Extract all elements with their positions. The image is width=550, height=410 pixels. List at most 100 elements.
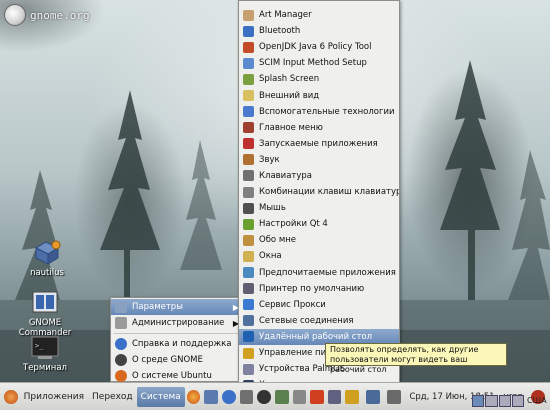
preferences-item[interactable]: Звук	[239, 152, 399, 168]
preference-app-icon	[243, 122, 254, 134]
preferences-item[interactable]: Окна	[239, 248, 399, 264]
preferences-item[interactable]: Принтер по умолчанию	[239, 281, 399, 297]
menu-item-label: Администрирование	[132, 318, 225, 328]
network-icon[interactable]	[274, 389, 289, 404]
menu-item-label: Сетевые соединения	[259, 315, 354, 326]
menu-item-label: Сервис Прокси	[259, 299, 326, 310]
preferences-item[interactable]: Сервис Прокси	[239, 297, 399, 313]
preferences-item[interactable]: Главное меню	[239, 120, 399, 136]
preferences-item[interactable]: OpenJDK Java 6 Policy Tool	[239, 39, 399, 55]
preference-app-icon	[243, 25, 254, 37]
preference-app-icon	[243, 267, 254, 279]
flame-icon[interactable]	[310, 389, 324, 404]
administration-icon	[115, 317, 127, 329]
menu-item-label: О системе Ubuntu	[132, 371, 212, 381]
help-icon[interactable]	[222, 389, 236, 404]
tooltip: Позволять определять, как другие пользов…	[325, 343, 507, 374]
preferences-item[interactable]: Комбинации клавиш клавиатуры	[239, 184, 399, 200]
menu-item-administration[interactable]: Администрирование ▶	[111, 315, 244, 331]
preferences-item[interactable]: Настройки Qt 4	[239, 216, 399, 232]
workspace-4[interactable]	[511, 395, 524, 407]
applications-menu[interactable]: Приложения	[20, 387, 88, 407]
preference-app-icon	[243, 218, 254, 230]
menu-item-label: Bluetooth	[259, 26, 301, 37]
menu-item-label: Клавиатура	[259, 170, 313, 181]
menu-item-about-gnome[interactable]: О среде GNOME	[111, 352, 244, 368]
preference-app-icon	[243, 154, 254, 166]
firefox-icon[interactable]	[186, 389, 201, 404]
preferences-item[interactable]: Сетевые соединения	[239, 313, 399, 329]
desktop-icon-nautilus[interactable]: nautilus	[12, 240, 82, 278]
preference-app-icon	[243, 186, 254, 198]
menu-item-label: Обо мне	[259, 235, 297, 246]
menu-item-label: SCIM Input Method Setup	[259, 58, 367, 69]
menu-item-label: Удалённый рабочий стол	[259, 331, 373, 342]
preference-app-icon	[243, 57, 254, 69]
preferences-item[interactable]: Предпочитаемые приложения	[239, 265, 399, 281]
preference-app-icon	[243, 331, 254, 343]
tray-update-icon[interactable]	[345, 389, 360, 404]
preference-app-icon	[243, 106, 254, 118]
menu-item-help[interactable]: Справка и поддержка	[111, 336, 244, 352]
menu-item-label: Предпочитаемые приложения	[259, 267, 396, 278]
menu-item-label: Настройки Qt 4	[259, 219, 328, 230]
preference-app-icon	[243, 9, 254, 21]
workspace-3[interactable]	[498, 395, 511, 407]
preference-app-icon	[243, 234, 254, 246]
menu-item-label: Art Manager	[259, 10, 312, 21]
menu-item-label: Мышь	[259, 203, 286, 214]
desktop-icon-terminal[interactable]: >_ Терминал	[10, 335, 80, 373]
email-icon[interactable]	[204, 389, 219, 404]
workspace-2[interactable]	[485, 395, 498, 407]
trash-icon[interactable]	[292, 389, 307, 404]
ubuntu-logo-icon	[4, 389, 18, 404]
bottom-panel: Приложения Переход Система Срд, 17 Июн, …	[0, 382, 550, 410]
preference-app-icon	[243, 202, 254, 214]
tray-network-icon[interactable]	[366, 389, 381, 404]
gnome-brand: gnome.org	[4, 4, 90, 26]
preferences-item[interactable]: Splash Screen	[239, 71, 399, 87]
preference-app-icon	[243, 315, 254, 327]
workspace-1[interactable]	[472, 395, 485, 407]
preferences-item[interactable]: Запускаемые приложения	[239, 136, 399, 152]
desktop-icon-gnome-commander[interactable]: GNOME Commander	[10, 290, 80, 338]
preference-app-icon	[243, 170, 254, 182]
media-icon[interactable]	[327, 389, 342, 404]
gnome-foot-icon[interactable]	[257, 389, 271, 404]
preference-app-icon	[243, 41, 254, 53]
ubuntu-about-icon	[115, 370, 127, 382]
nautilus-folder-icon	[32, 240, 62, 266]
desktop-icon-label: Терминал	[23, 363, 67, 373]
keyboard-layout-indicator[interactable]: США	[527, 396, 547, 405]
preferences-item[interactable]: Внешний вид	[239, 87, 399, 103]
svg-text:>_: >_	[35, 342, 44, 350]
preferences-icon	[115, 301, 127, 313]
preferences-item[interactable]: Bluetooth	[239, 23, 399, 39]
menu-item-label: Справка и поддержка	[132, 339, 232, 349]
gnome-about-icon	[115, 354, 127, 366]
places-menu[interactable]: Переход	[88, 387, 137, 407]
preference-app-icon	[243, 90, 254, 102]
preferences-item[interactable]: Клавиатура	[239, 168, 399, 184]
system-menu: Параметры ▶ Администрирование ▶ Справка …	[110, 297, 245, 382]
menu-item-label: Звук	[259, 154, 280, 165]
system-menu-button[interactable]: Система	[136, 386, 185, 407]
preferences-item[interactable]: Art Manager	[239, 7, 399, 23]
menu-item-preferences[interactable]: Параметры ▶	[111, 299, 244, 315]
preferences-item[interactable]: Вспомогательные технологии	[239, 104, 399, 120]
preferences-item[interactable]: Обо мне	[239, 232, 399, 248]
menu-item-label: Параметры	[132, 302, 183, 312]
preferences-item[interactable]: Мышь	[239, 200, 399, 216]
terminal-icon: >_	[30, 335, 60, 361]
menu-item-label: Запускаемые приложения	[259, 138, 378, 149]
screenshot-icon[interactable]	[239, 389, 254, 404]
menu-item-label: Внешний вид	[259, 90, 320, 101]
workspace-switcher[interactable]	[472, 395, 524, 407]
menu-item-label: Окна	[259, 251, 282, 262]
preference-app-icon	[243, 138, 254, 150]
preference-app-icon	[243, 250, 254, 262]
menu-separator	[114, 333, 241, 334]
preferences-item[interactable]: SCIM Input Method Setup	[239, 55, 399, 71]
tray-volume-icon[interactable]	[387, 389, 402, 404]
preference-app-icon	[243, 347, 254, 359]
